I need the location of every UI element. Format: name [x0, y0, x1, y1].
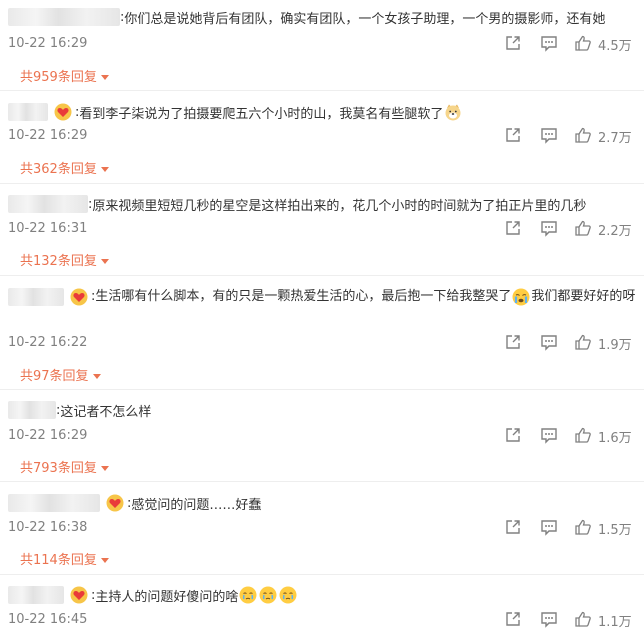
comment-body: :生活哪有什么脚本，有的只是一颗热爱生活的心，最后抱一下给我整哭了 我们都要好好的… — [8, 286, 638, 308]
comment-body: : 你们总是说她背后有团队，确实有团队，一个女孩子助理，一个男的摄影师，还有她 — [8, 6, 605, 28]
thumbs-up-icon[interactable] — [574, 126, 592, 144]
vip-heart-badge-icon — [54, 103, 72, 121]
replies-label: 共97条回复 — [20, 369, 89, 384]
comment-actions: 2.7万 — [504, 126, 644, 146]
divider — [0, 275, 644, 276]
replies-label: 共959条回复 — [20, 70, 97, 85]
like-count: 1.5万 — [598, 523, 632, 538]
thumbs-up-icon[interactable] — [574, 518, 592, 536]
blurred-username[interactable] — [8, 195, 88, 213]
share-icon[interactable] — [504, 34, 522, 52]
share-icon[interactable] — [504, 126, 522, 144]
comment-text: 感觉问的问题……好蠢 — [131, 497, 262, 513]
comment-actions: 1.6万 — [504, 426, 644, 446]
like-count: 1.6万 — [598, 431, 632, 446]
thumbs-up-icon[interactable] — [574, 610, 592, 628]
blurred-username[interactable] — [8, 494, 100, 512]
comment-timestamp: 10-22 16:22 — [8, 335, 88, 350]
comment-timestamp: 10-22 16:45 — [8, 612, 88, 627]
thumbs-up-icon[interactable] — [574, 333, 592, 351]
comment-actions: 1.1万 — [504, 610, 644, 630]
view-replies-link[interactable]: 共793条回复 — [20, 457, 109, 476]
caret-down-icon — [100, 167, 109, 172]
sobbing-face-emoji — [279, 586, 297, 604]
dog-face-emoji — [444, 103, 462, 121]
divider — [0, 574, 644, 575]
share-icon[interactable] — [504, 333, 522, 351]
vip-heart-badge-icon — [70, 586, 88, 604]
comment-text: 看到李子柒说为了拍摄要爬五六个小时的山，我莫名有些腿软了 — [79, 106, 444, 122]
like-count: 1.9万 — [598, 338, 632, 353]
replies-label: 共132条回复 — [20, 254, 97, 269]
comment-actions: 2.2万 — [504, 219, 644, 239]
divider — [0, 389, 644, 390]
blurred-username[interactable] — [8, 8, 120, 26]
blurred-username[interactable] — [8, 103, 48, 121]
comment-text: 你们总是说她背后有团队，确实有团队，一个女孩子助理，一个男的摄影师，还有她 — [124, 11, 606, 27]
crying-face-emoji — [512, 288, 530, 306]
blurred-username[interactable] — [8, 401, 56, 419]
thumbs-up-icon[interactable] — [574, 219, 592, 237]
share-icon[interactable] — [504, 219, 522, 237]
divider — [0, 183, 644, 184]
caret-down-icon — [100, 466, 109, 471]
caret-down-icon — [92, 374, 101, 379]
replies-label: 共362条回复 — [20, 162, 97, 177]
comment-icon[interactable] — [540, 219, 558, 237]
comment-icon[interactable] — [540, 426, 558, 444]
like-count: 1.1万 — [598, 615, 632, 630]
thumbs-up-icon[interactable] — [574, 34, 592, 52]
comment-actions: 4.5万 — [504, 34, 644, 54]
comment-icon[interactable] — [540, 518, 558, 536]
vip-heart-badge-icon — [70, 288, 88, 306]
comment-text: 这记者不怎么样 — [60, 404, 152, 420]
comment-timestamp: 10-22 16:31 — [8, 221, 88, 236]
caret-down-icon — [100, 259, 109, 264]
divider — [0, 481, 644, 482]
view-replies-link[interactable]: 共97条回复 — [20, 365, 101, 384]
divider — [0, 90, 644, 91]
thumbs-up-icon[interactable] — [574, 426, 592, 444]
replies-label: 共114条回复 — [20, 553, 97, 568]
comment-text: 主持人的问题好傻问的啥 — [95, 589, 239, 605]
vip-heart-badge-icon — [106, 494, 124, 512]
like-count: 4.5万 — [598, 39, 632, 54]
comment-icon[interactable] — [540, 610, 558, 628]
like-count: 2.2万 — [598, 224, 632, 239]
sobbing-face-emoji — [239, 586, 257, 604]
comment-text: 生活哪有什么脚本，有的只是一颗热爱生活的心，最后抱一下给我整哭了 — [95, 289, 512, 304]
like-count: 2.7万 — [598, 131, 632, 146]
comment-actions: 1.5万 — [504, 518, 644, 538]
comment-body: : 这记者不怎么样 — [8, 399, 151, 421]
comment-text: 原来视频里短短几秒的星空是这样拍出来的，花几个小时的时间就为了拍正片里的几秒 — [92, 198, 587, 214]
comment-icon[interactable] — [540, 126, 558, 144]
view-replies-link[interactable]: 共114条回复 — [20, 549, 109, 568]
comment-body: : 主持人的问题好傻问的啥 — [8, 584, 298, 606]
comment-text-continued: 我们都要好好的呀 — [531, 289, 636, 304]
view-replies-link[interactable]: 共959条回复 — [20, 66, 109, 85]
caret-down-icon — [100, 75, 109, 80]
view-replies-link[interactable]: 共362条回复 — [20, 158, 109, 177]
share-icon[interactable] — [504, 610, 522, 628]
comment-timestamp: 10-22 16:29 — [8, 36, 88, 51]
share-icon[interactable] — [504, 426, 522, 444]
comment-timestamp: 10-22 16:38 — [8, 520, 88, 535]
comment-timestamp: 10-22 16:29 — [8, 428, 88, 443]
comment-body: : 看到李子柒说为了拍摄要爬五六个小时的山，我莫名有些腿软了 — [8, 101, 463, 123]
comment-body: : 原来视频里短短几秒的星空是这样拍出来的，花几个小时的时间就为了拍正片里的几秒 — [8, 193, 586, 215]
blurred-username[interactable] — [8, 287, 64, 306]
comment-icon[interactable] — [540, 333, 558, 351]
replies-label: 共793条回复 — [20, 461, 97, 476]
comment-timestamp: 10-22 16:29 — [8, 128, 88, 143]
comment-body: : 感觉问的问题……好蠢 — [8, 492, 261, 514]
share-icon[interactable] — [504, 518, 522, 536]
blurred-username[interactable] — [8, 586, 64, 604]
comment-actions: 1.9万 — [504, 333, 644, 353]
sobbing-face-emoji — [259, 586, 277, 604]
caret-down-icon — [100, 558, 109, 563]
view-replies-link[interactable]: 共132条回复 — [20, 250, 109, 269]
comment-icon[interactable] — [540, 34, 558, 52]
